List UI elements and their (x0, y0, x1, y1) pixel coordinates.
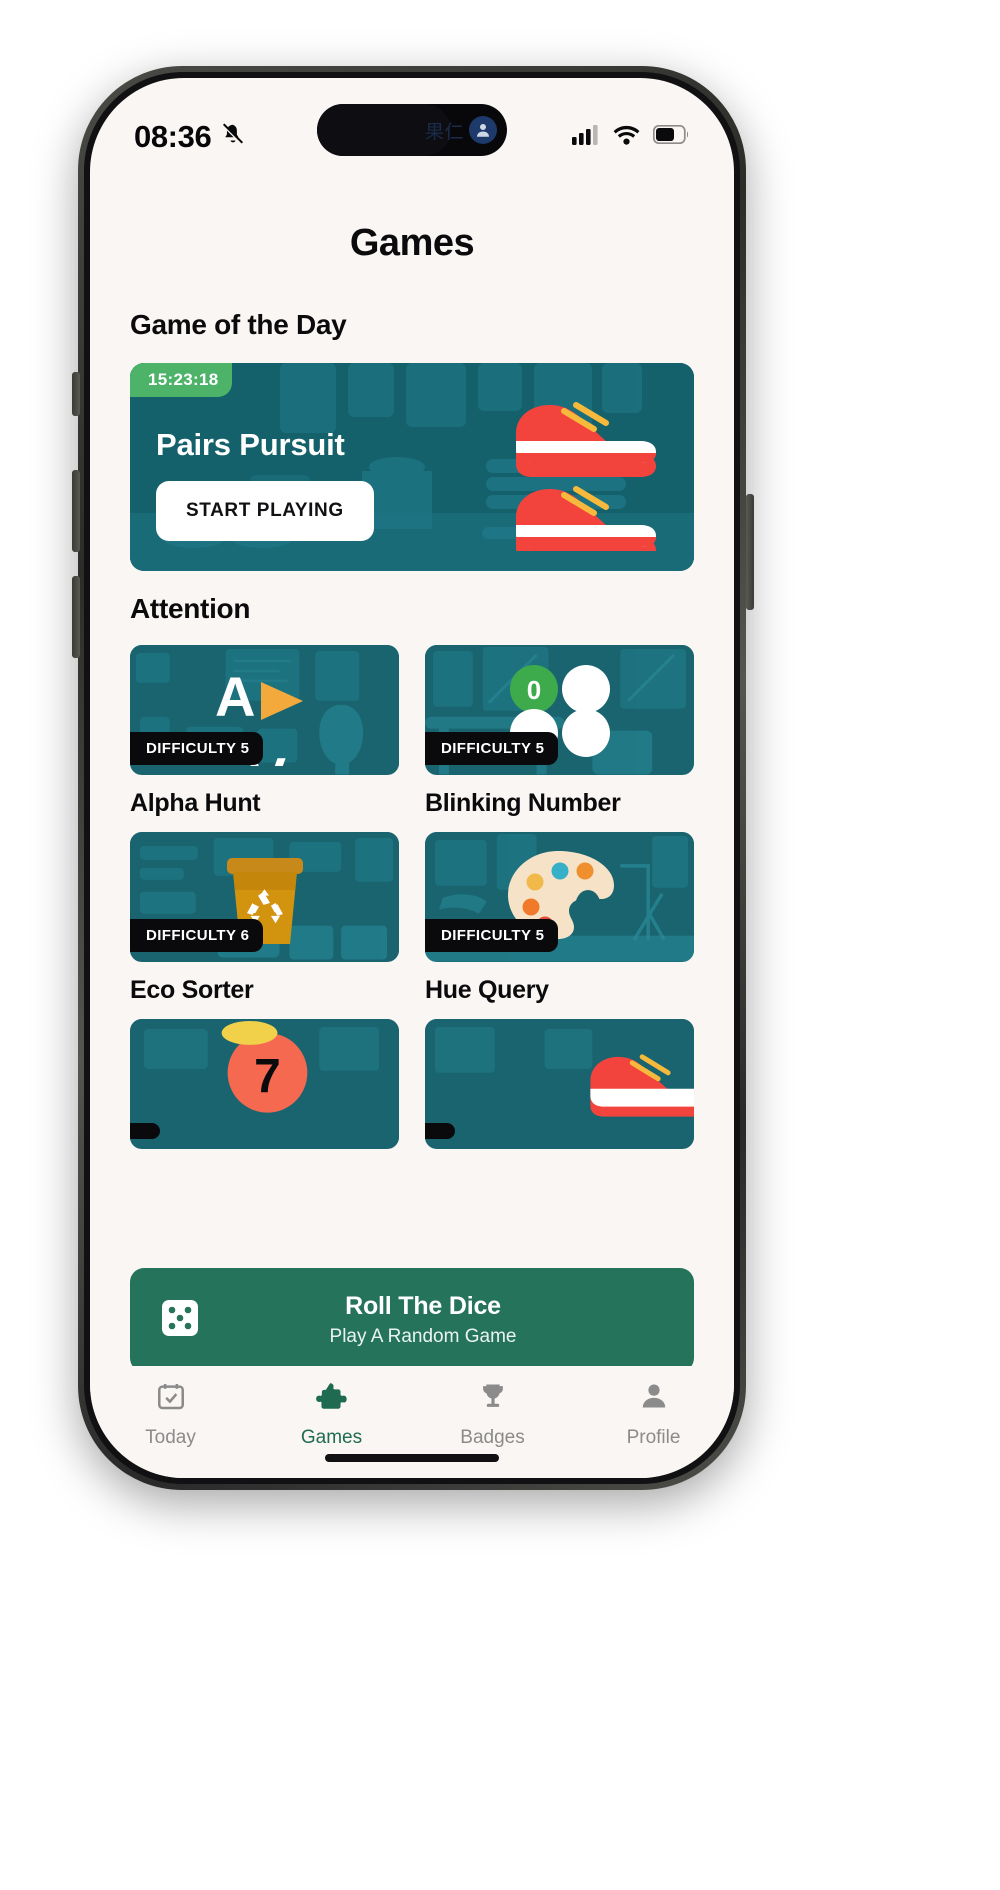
person-icon (638, 1380, 670, 1417)
mute-switch-button[interactable] (72, 372, 80, 416)
cellular-signal-icon (572, 124, 600, 150)
difficulty-badge: DIFFICULTY 6 (130, 919, 264, 952)
game-title: Eco Sorter (130, 976, 254, 1004)
games-screen-scroll[interactable]: Games Game of the Day 15:23:18 Pairs Pur… (90, 170, 734, 1370)
roll-the-dice-title: Roll The Dice (345, 1292, 501, 1320)
status-bar-left: 08:36 (134, 119, 246, 155)
game-title: Blinking Number (425, 789, 621, 817)
home-indicator[interactable] (325, 1454, 499, 1462)
dynamic-island[interactable]: 果仁 (317, 104, 507, 156)
game-thumbnail[interactable] (425, 1019, 694, 1149)
game-thumbnail[interactable]: 0 DIFFICULTY 5 (425, 645, 694, 775)
phone-screen: 08:36 果仁 Games Game of the Day 15:23:18 … (90, 78, 734, 1478)
game-thumbnail[interactable]: 7 (130, 1019, 399, 1149)
volume-up-button[interactable] (72, 470, 80, 552)
status-time: 08:36 (134, 119, 212, 154)
wifi-icon (613, 125, 640, 150)
attention-games-grid: A A DIFFICULTY 5 Alpha Hunt (90, 625, 734, 1163)
person-icon (469, 116, 497, 144)
island-label: 果仁 (424, 121, 464, 143)
roll-the-dice-text: Roll The Dice Play A Random Game (180, 1292, 666, 1348)
tab-label: Badges (460, 1427, 525, 1448)
game-of-the-day-wrap: 15:23:18 Pairs Pursuit START PLAYING (90, 341, 734, 571)
game-thumbnail[interactable]: A A DIFFICULTY 5 (130, 645, 399, 775)
game-cell[interactable]: DIFFICULTY 6 Eco Sorter (130, 832, 399, 1019)
game-cell[interactable]: 7 (130, 1019, 399, 1163)
tab-today[interactable]: Today (90, 1380, 251, 1449)
game-cell[interactable] (425, 1019, 694, 1163)
calendar-check-icon (155, 1380, 187, 1417)
game-of-the-day-title: Pairs Pursuit (156, 427, 345, 462)
status-bar: 08:36 果仁 (90, 78, 734, 170)
tab-profile[interactable]: Profile (573, 1380, 734, 1449)
game-title: Hue Query (425, 976, 549, 1004)
difficulty-badge: DIFFICULTY 5 (425, 732, 559, 765)
game-cell[interactable]: 0 DIFFICULTY 5 Blinking Number (425, 645, 694, 832)
game-cell[interactable]: A A DIFFICULTY 5 Alpha Hunt (130, 645, 399, 832)
tab-games[interactable]: Games (251, 1380, 412, 1449)
roll-the-dice-banner[interactable]: Roll The Dice Play A Random Game (130, 1268, 694, 1370)
game-of-the-day-timer: 15:23:18 (130, 363, 233, 397)
tab-badges[interactable]: Badges (412, 1380, 573, 1449)
bell-slash-icon (220, 122, 246, 153)
game-title: Alpha Hunt (130, 789, 261, 817)
tab-label: Games (300, 1427, 363, 1448)
difficulty-badge (425, 1123, 455, 1139)
difficulty-badge: DIFFICULTY 5 (425, 919, 559, 952)
status-bar-right (572, 124, 690, 150)
power-button[interactable] (746, 494, 754, 610)
game-of-the-day-card[interactable]: 15:23:18 Pairs Pursuit START PLAYING (130, 363, 694, 571)
battery-icon (652, 124, 690, 149)
difficulty-badge (130, 1123, 160, 1139)
blinking-number-value: 0 (526, 675, 540, 705)
section-title-attention: Attention (130, 593, 251, 624)
svg-text:A: A (215, 665, 255, 728)
screenshot-root: 08:36 果仁 Games Game of the Day 15:23:18 … (0, 0, 1000, 1890)
page-title: Games (349, 222, 475, 264)
difficulty-badge: DIFFICULTY 5 (130, 732, 264, 765)
game-thumbnail[interactable]: DIFFICULTY 6 (130, 832, 399, 962)
running-shoes-icon (516, 402, 656, 551)
puzzle-piece-icon (315, 1380, 348, 1417)
thumbnail-background (425, 1019, 694, 1149)
start-playing-button[interactable]: START PLAYING (156, 481, 374, 541)
thumbnail-background: 7 (130, 1019, 399, 1149)
tab-label: Profile (626, 1427, 681, 1448)
roll-the-dice-subtitle: Play A Random Game (329, 1326, 517, 1347)
trophy-icon (477, 1380, 509, 1417)
game-thumbnail[interactable]: DIFFICULTY 5 (425, 832, 694, 962)
game-cell[interactable]: DIFFICULTY 5 Hue Query (425, 832, 694, 1019)
section-title-game-of-the-day: Game of the Day (130, 309, 347, 340)
tab-label: Today (145, 1427, 196, 1448)
svg-text:7: 7 (254, 1051, 281, 1104)
volume-down-button[interactable] (72, 576, 80, 658)
